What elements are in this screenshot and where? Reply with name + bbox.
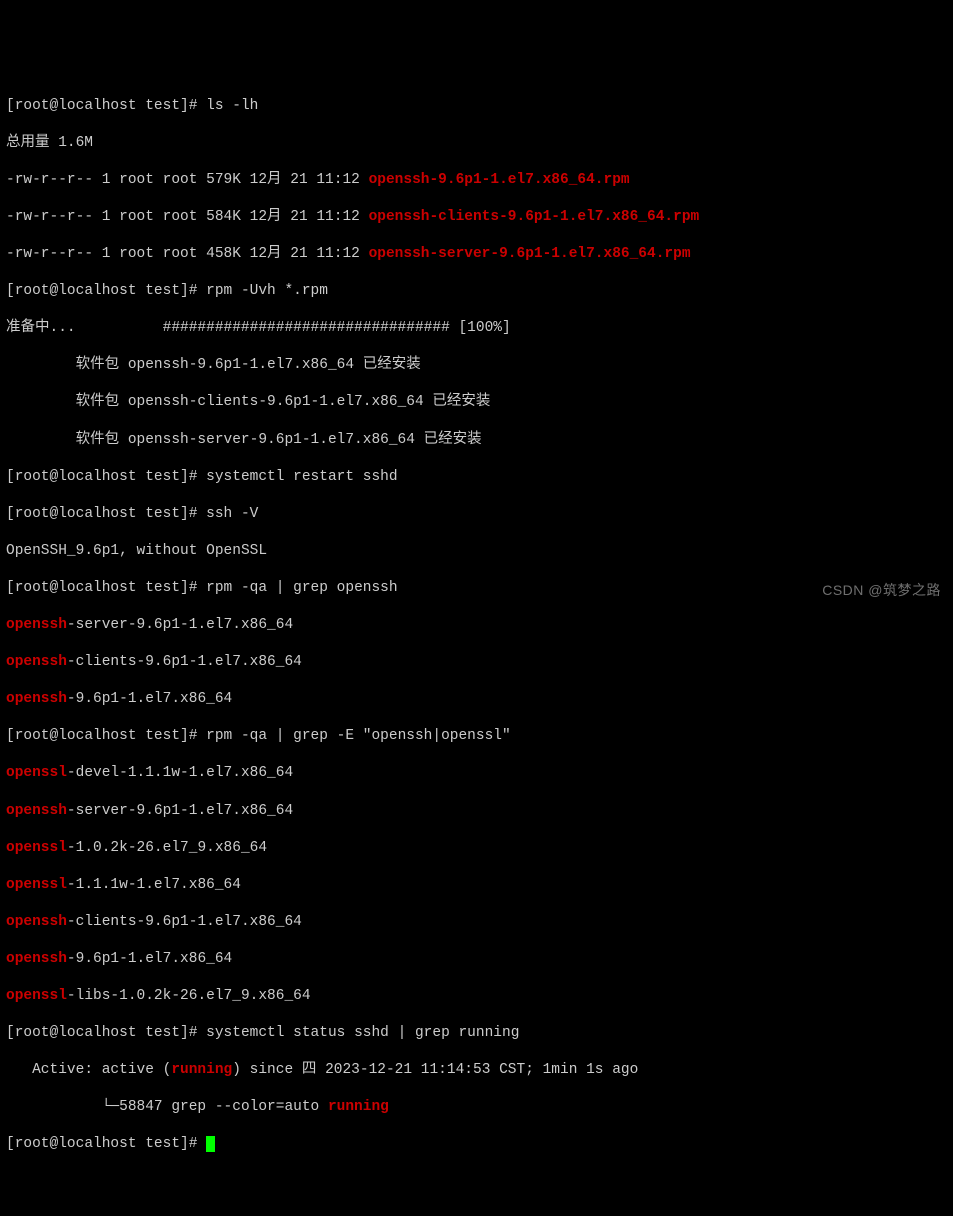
ls-perm: -rw-r--r-- 1 root root 579K 12月 21 11:12 [6, 172, 369, 188]
shell-prompt: [root@localhost test]# [6, 728, 206, 744]
cursor-icon [206, 1136, 215, 1152]
cmd-rpm-install: rpm -Uvh *.rpm [206, 283, 328, 299]
grep-match: openssl [6, 877, 67, 893]
cmd-status: systemctl status sshd | grep running [206, 1025, 519, 1041]
status-running: running [171, 1062, 232, 1078]
grep-match: openssh [6, 654, 67, 670]
grep-match: openssh [6, 803, 67, 819]
grep-rest: -9.6p1-1.el7.x86_64 [67, 951, 232, 967]
grep-rest: -1.0.2k-26.el7_9.x86_64 [67, 840, 267, 856]
pkg-name: openssh-server-9.6p1-1.el7.x86_64 [128, 432, 415, 448]
grep-rest: -libs-1.0.2k-26.el7_9.x86_64 [67, 988, 311, 1004]
grep-rest: -1.1.1w-1.el7.x86_64 [67, 877, 241, 893]
grep-match: openssh [6, 951, 67, 967]
grep-match: openssl [6, 988, 67, 1004]
terminal-output[interactable]: [root@localhost test]# ls -lh 总用量 1.6M -… [6, 78, 947, 1172]
ls-total: 总用量 1.6M [6, 134, 947, 153]
status-active-a: Active: active ( [6, 1062, 171, 1078]
prepare-label: 准备中... [6, 320, 76, 336]
grep-match: openssl [6, 840, 67, 856]
ls-file: openssh-server-9.6p1-1.el7.x86_64.rpm [369, 246, 691, 262]
shell-prompt: [root@localhost test]# [6, 469, 206, 485]
status-grep-b: running [328, 1099, 389, 1115]
ls-perm: -rw-r--r-- 1 root root 458K 12月 21 11:12 [6, 246, 369, 262]
grep-match: openssh [6, 914, 67, 930]
grep-rest: -clients-9.6p1-1.el7.x86_64 [67, 914, 302, 930]
ls-file: openssh-9.6p1-1.el7.x86_64.rpm [369, 172, 630, 188]
grep-rest: -server-9.6p1-1.el7.x86_64 [67, 803, 293, 819]
status-active-b: ) since 四 2023-12-21 11:14:53 CST; 1min … [232, 1062, 638, 1078]
grep-match: openssh [6, 617, 67, 633]
grep-rest: -devel-1.1.1w-1.el7.x86_64 [67, 765, 293, 781]
cmd-restart: systemctl restart sshd [206, 469, 397, 485]
pkg-prefix: 软件包 [6, 357, 128, 373]
pkg-suffix: 已经安装 [424, 394, 491, 410]
cmd-ssh-v: ssh -V [206, 506, 258, 522]
pkg-name: openssh-clients-9.6p1-1.el7.x86_64 [128, 394, 424, 410]
grep-rest: -clients-9.6p1-1.el7.x86_64 [67, 654, 302, 670]
ssh-version: OpenSSH_9.6p1, without OpenSSL [6, 542, 947, 561]
shell-prompt: [root@localhost test]# [6, 1136, 206, 1152]
cmd-rpm-qa2: rpm -qa | grep -E "openssh|openssl" [206, 728, 511, 744]
status-grep-a: └─58847 grep --color=auto [6, 1099, 328, 1115]
cmd-rpm-qa1: rpm -qa | grep openssh [206, 580, 397, 596]
shell-prompt: [root@localhost test]# [6, 283, 206, 299]
ls-file: openssh-clients-9.6p1-1.el7.x86_64.rpm [369, 209, 700, 225]
shell-prompt: [root@localhost test]# [6, 98, 206, 114]
ls-perm: -rw-r--r-- 1 root root 584K 12月 21 11:12 [6, 209, 369, 225]
grep-rest: -server-9.6p1-1.el7.x86_64 [67, 617, 293, 633]
grep-match: openssh [6, 691, 67, 707]
pkg-name: openssh-9.6p1-1.el7.x86_64 [128, 357, 354, 373]
pkg-suffix: 已经安装 [354, 357, 421, 373]
cmd-ls: ls -lh [206, 98, 258, 114]
grep-rest: -9.6p1-1.el7.x86_64 [67, 691, 232, 707]
watermark-text: CSDN @筑梦之路 [822, 582, 941, 600]
grep-match: openssl [6, 765, 67, 781]
shell-prompt: [root@localhost test]# [6, 1025, 206, 1041]
pkg-suffix: 已经安装 [415, 432, 482, 448]
shell-prompt: [root@localhost test]# [6, 580, 206, 596]
pkg-prefix: 软件包 [6, 394, 128, 410]
shell-prompt: [root@localhost test]# [6, 506, 206, 522]
progress-bar: ################################# [100%] [76, 320, 511, 336]
pkg-prefix: 软件包 [6, 432, 128, 448]
